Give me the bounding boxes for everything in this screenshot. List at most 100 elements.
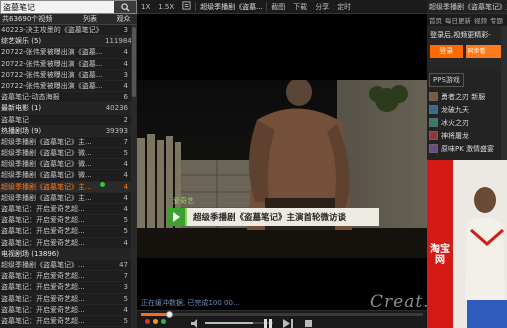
list-item[interactable]: 盗墓笔记：开启爱奇艺超... 4 — [0, 204, 131, 216]
game-item[interactable]: 神将屠龙 — [429, 129, 505, 142]
list-item[interactable]: 盗墓笔记：开启爱奇艺超... 5 — [0, 294, 131, 305]
speed-15x-button[interactable]: 1.5X — [154, 3, 178, 11]
list-item[interactable]: 超级季播剧《盗墓笔记》微... 5 — [0, 148, 131, 160]
next-icon — [283, 319, 293, 328]
timer-button[interactable]: 定时 — [333, 2, 355, 12]
list-group-header[interactable]: 热播剧场 (9) 39393 — [0, 125, 131, 137]
list-item[interactable]: 超级季播剧《盗墓笔记》微... 4 — [0, 159, 131, 171]
list-item[interactable]: 20722-张伟爱被曝出演《盗墓... 4 — [0, 81, 131, 93]
list-item[interactable]: 超级季播剧《盗墓笔记》主... 4 — [0, 193, 131, 204]
list-group-header[interactable]: 最新电影 (1) 40236 — [0, 103, 131, 115]
ad-model-image — [453, 160, 507, 328]
list-item-count: 4 — [123, 305, 128, 314]
game-item[interactable]: 冰火之刃 — [429, 116, 505, 129]
list-item[interactable]: 盗墓笔记：开启爱奇艺超... 4 — [0, 305, 131, 316]
list-item[interactable]: 盗墓笔记：开启爱奇艺超... 4 — [0, 238, 131, 249]
share-button[interactable]: 分享 — [311, 2, 333, 12]
list-item[interactable]: 20722-张伟爱被曝出演《盗墓... 4 — [0, 47, 131, 59]
video-area[interactable]: 超级季播剧《盗墓笔记》主演首轮微访谈 爱奇艺 正在缓冲数据, 已完成100 00… — [137, 14, 427, 310]
list-item[interactable]: 盗墓笔记：开启爱奇艺超... 5 — [0, 215, 131, 227]
list-item[interactable]: 盗墓笔记：开启爱奇艺超... 5 — [0, 316, 131, 328]
list-item[interactable]: 超级季播剧《盗墓笔记》微... 4 — [0, 170, 131, 182]
ad-banner[interactable]: 淘宝网 — [427, 160, 507, 328]
list-item-count: 5 — [123, 149, 128, 158]
list-item-title: 盗墓笔记：开启爱奇艺超... — [1, 294, 85, 303]
list-item-count: 5 — [123, 216, 128, 225]
stop-button[interactable] — [301, 319, 315, 328]
list-item[interactable]: 20722-张伟爱被曝出演《盗墓... 3 — [0, 70, 131, 81]
list-count-title: 共63690个视频 — [2, 15, 53, 23]
list-item[interactable]: 20722-张伟爱被曝出演《盗墓... 4 — [0, 59, 131, 70]
list-item[interactable]: 盗墓笔记-动态海报 6 — [0, 92, 131, 104]
watch-tab[interactable]: 观众 — [110, 14, 137, 24]
next-button[interactable] — [281, 319, 295, 328]
list-item-title: 超级季播剧《盗墓笔记》主... — [1, 137, 92, 146]
playlist-panel: 共63690个视频 列表 观众 40223-决主攻墨的《盗墓笔记》 3 综艺娱乐 (… — [0, 0, 137, 328]
settings-icon — [182, 1, 191, 10]
right-nav-item[interactable]: 专题 — [490, 15, 503, 25]
search-button[interactable] — [114, 1, 136, 13]
settings-button[interactable] — [178, 1, 195, 12]
red-light-icon[interactable] — [145, 319, 150, 324]
list-item-count: 4 — [123, 238, 128, 247]
game-icon — [429, 131, 438, 140]
list-item[interactable]: 盗墓笔记：开启爱奇艺超... 7 — [0, 271, 131, 283]
game-icon — [429, 118, 438, 127]
progress-handle[interactable] — [166, 311, 174, 318]
right-nav-item[interactable]: 每日更新 — [445, 15, 471, 25]
login-button[interactable]: 登录 — [430, 45, 463, 58]
list-item[interactable]: 盗墓笔记 2 — [0, 115, 131, 126]
list-item-title: 超级季播剧《盗墓笔记》... — [1, 260, 85, 269]
ad-logo: 淘宝网 — [430, 244, 450, 266]
list-group-header[interactable]: 电视剧场 (13896) — [0, 248, 131, 260]
list-item-title: 盗墓笔记：开启爱奇艺超... — [1, 316, 85, 325]
sync-button[interactable]: 同步看 — [465, 45, 504, 58]
banner-logo: 爱奇艺 — [173, 197, 194, 205]
pause-button[interactable] — [261, 319, 275, 328]
game-item[interactable]: 原味PK 激情盛宴 — [429, 142, 505, 155]
game-item[interactable]: 勇者之刃 新服 — [429, 90, 505, 103]
games-title: PPS游戏 — [429, 73, 464, 87]
green-light-icon[interactable] — [161, 319, 166, 324]
list-item[interactable]: 40223-决主攻墨的《盗墓笔记》 3 — [0, 25, 131, 37]
list-item[interactable]: 超级季播剧《盗墓笔记》... 47 — [0, 260, 131, 272]
screenshot-button[interactable]: 截图 — [267, 2, 289, 12]
list-header: 共63690个视频 列表 观众 — [0, 14, 137, 25]
game-item[interactable]: 龙破九天 — [429, 103, 505, 116]
list-item[interactable]: 盗墓笔记：开启爱奇艺超... 3 — [0, 282, 131, 294]
game-label: 龙破九天 — [441, 105, 469, 114]
list-item-count: 3 — [123, 70, 128, 79]
list-item-title: 盗墓笔记：开启爱奇艺超... — [1, 305, 85, 314]
volume-button[interactable] — [189, 319, 203, 328]
list-item-count: 7 — [123, 272, 128, 281]
game-icon — [429, 144, 438, 153]
list-item-title: 盗墓笔记：开启爱奇艺超... — [1, 216, 85, 225]
right-nav-item[interactable]: 首页 — [429, 15, 442, 25]
list-tab[interactable]: 列表 — [70, 14, 110, 24]
list-item-title: 超级季播剧《盗墓笔记》微... — [1, 171, 92, 180]
search-input[interactable] — [2, 1, 112, 13]
download-button[interactable]: 下载 — [289, 2, 311, 12]
list-item-title: 20722-张伟爱被曝出演《盗墓... — [1, 48, 103, 57]
speed-1x-button[interactable]: 1X — [137, 3, 154, 11]
video-title: 超级季播剧《盗墓... — [200, 2, 263, 11]
orange-light-icon[interactable] — [153, 319, 158, 324]
stop-icon — [304, 320, 312, 327]
list-item-title: 20722-张伟爱被曝出演《盗墓... — [1, 70, 103, 79]
list-item-title: 20722-张伟爱被曝出演《盗墓... — [1, 81, 103, 90]
list-item[interactable]: 超级季播剧《盗墓笔记》主... 7 — [0, 137, 131, 149]
list-item[interactable]: 盗墓笔记：开启爱奇艺超... 5 — [0, 226, 131, 238]
list-item-title: 盗墓笔记：开启爱奇艺超... — [1, 283, 85, 292]
list-item-count: 7 — [123, 137, 128, 146]
list-item-count: 47 — [119, 260, 128, 269]
game-label: 原味PK 激情盛宴 — [441, 144, 495, 153]
right-nav-item[interactable]: 视频 — [474, 15, 487, 25]
list-item-count: 5 — [123, 316, 128, 325]
progress-bar[interactable] — [141, 311, 423, 318]
list-group-header[interactable]: 综艺娱乐 (5) 111984 — [0, 36, 131, 48]
right-scrollbar[interactable] — [501, 26, 507, 160]
list-item-count: 40236 — [105, 104, 128, 113]
list-item-count: 2 — [123, 115, 128, 124]
list-item[interactable]: 超级季播剧《盗墓笔记》主... 4 — [0, 181, 131, 193]
game-label: 冰火之刃 — [441, 118, 469, 127]
